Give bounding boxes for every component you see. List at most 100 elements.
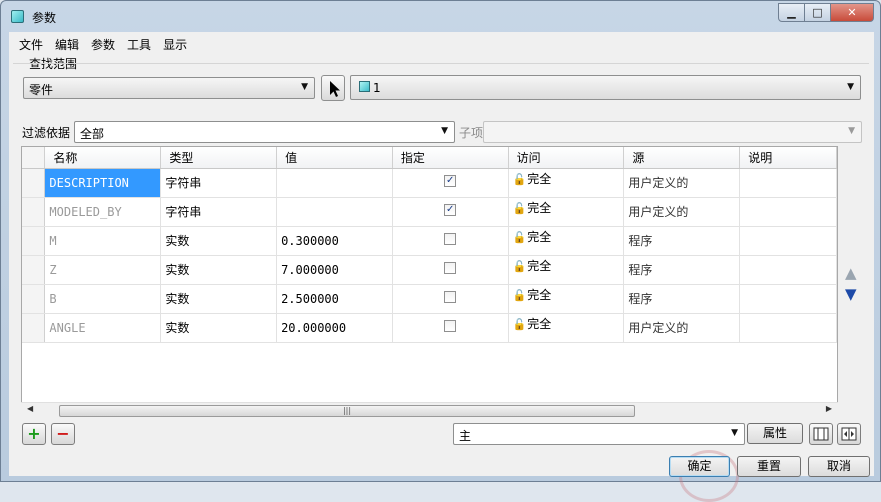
- designated-checkbox[interactable]: ✓: [444, 204, 457, 216]
- ok-button[interactable]: 确定: [669, 456, 730, 477]
- cell-name[interactable]: M: [44, 226, 162, 256]
- delete-parameter-button[interactable]: −: [51, 423, 75, 445]
- menu-parameters[interactable]: 参数: [85, 32, 121, 54]
- cell-source[interactable]: 用户定义的: [623, 168, 741, 198]
- move-down-icon[interactable]: ▼: [845, 285, 857, 303]
- access-text: 完全: [527, 201, 552, 215]
- cell-access[interactable]: 🔓完全: [508, 197, 625, 227]
- cell-value[interactable]: [276, 197, 393, 227]
- row-header[interactable]: [22, 197, 46, 227]
- column-header-value[interactable]: 值: [276, 147, 393, 169]
- cell-source[interactable]: 程序: [623, 284, 741, 314]
- designated-checkbox[interactable]: [444, 233, 457, 245]
- cell-value[interactable]: 7.000000: [276, 255, 393, 285]
- cell-description[interactable]: [739, 284, 837, 314]
- column-header-designated[interactable]: 指定: [392, 147, 509, 169]
- lock-icon: 🔓: [512, 260, 527, 273]
- object-value: 1: [373, 81, 381, 95]
- cube-icon: [11, 10, 24, 23]
- designated-checkbox[interactable]: [444, 291, 457, 303]
- cell-access[interactable]: 🔓完全: [508, 226, 625, 256]
- column-arrows-icon: [841, 427, 857, 441]
- row-header[interactable]: [22, 168, 46, 198]
- designated-checkbox[interactable]: ✓: [444, 175, 457, 187]
- table-view-button[interactable]: [809, 423, 833, 445]
- cancel-button[interactable]: 取消: [808, 456, 870, 477]
- cell-value[interactable]: [276, 168, 393, 198]
- cell-description[interactable]: [739, 197, 837, 227]
- cell-description[interactable]: [739, 168, 837, 198]
- designated-checkbox[interactable]: [444, 262, 457, 274]
- cell-designated[interactable]: ✓: [392, 168, 509, 198]
- reset-button[interactable]: 重置: [737, 456, 801, 477]
- minimize-button[interactable]: ▁: [778, 3, 805, 22]
- row-header[interactable]: [22, 226, 46, 256]
- cell-type[interactable]: 字符串: [160, 197, 278, 227]
- cell-type[interactable]: 实数: [160, 255, 278, 285]
- title-bar[interactable]: 参数 ▁ □ ✕: [1, 1, 880, 31]
- cell-name[interactable]: MODELED_BY: [44, 197, 162, 227]
- scroll-left-icon[interactable]: ◀: [27, 404, 33, 413]
- cell-description[interactable]: [739, 226, 837, 256]
- cell-description[interactable]: [739, 255, 837, 285]
- close-button[interactable]: ✕: [830, 3, 874, 22]
- cell-designated[interactable]: [392, 255, 509, 285]
- column-header-description[interactable]: 说明: [739, 147, 837, 169]
- cell-designated[interactable]: [392, 284, 509, 314]
- filter-combo[interactable]: 全部 ▼: [74, 121, 455, 143]
- move-up-icon[interactable]: ▲: [845, 264, 857, 282]
- table-row[interactable]: M 实数 0.300000 🔓完全 程序: [22, 226, 837, 256]
- cell-access[interactable]: 🔓完全: [508, 313, 625, 343]
- menu-file[interactable]: 文件: [9, 32, 49, 54]
- table-row[interactable]: MODELED_BY 字符串 ✓ 🔓完全 用户定义的: [22, 197, 837, 227]
- cell-type[interactable]: 实数: [160, 313, 278, 343]
- cell-source[interactable]: 用户定义的: [623, 313, 741, 343]
- cell-name[interactable]: Z: [44, 255, 162, 285]
- cell-source[interactable]: 程序: [623, 255, 741, 285]
- scope-combo[interactable]: 零件 ▼: [23, 77, 315, 99]
- cell-designated[interactable]: [392, 313, 509, 343]
- menu-tools[interactable]: 工具: [121, 32, 157, 54]
- menu-display[interactable]: 显示: [157, 32, 193, 54]
- scroll-right-icon[interactable]: ▶: [826, 404, 832, 413]
- main-combo[interactable]: 主 ▼: [453, 423, 745, 445]
- column-header-access[interactable]: 访问: [508, 147, 625, 169]
- cell-designated[interactable]: ✓: [392, 197, 509, 227]
- cell-name[interactable]: ANGLE: [44, 313, 162, 343]
- cell-access[interactable]: 🔓完全: [508, 168, 625, 198]
- object-combo[interactable]: 1 ▼: [350, 75, 861, 100]
- horizontal-scrollbar[interactable]: ◀ ||| ▶: [21, 402, 838, 418]
- maximize-button[interactable]: □: [804, 3, 831, 22]
- cell-value[interactable]: 2.500000: [276, 284, 393, 314]
- cell-value[interactable]: 0.300000: [276, 226, 393, 256]
- table-row[interactable]: DESCRIPTION 字符串 ✓ 🔓完全 用户定义的: [22, 168, 837, 198]
- row-header[interactable]: [22, 255, 46, 285]
- cell-description[interactable]: [739, 313, 837, 343]
- column-settings-button[interactable]: [837, 423, 861, 445]
- row-header[interactable]: [22, 284, 46, 314]
- row-header[interactable]: [22, 313, 46, 343]
- cell-type[interactable]: 实数: [160, 284, 278, 314]
- table-row[interactable]: Z 实数 7.000000 🔓完全 程序: [22, 255, 837, 285]
- cell-name[interactable]: DESCRIPTION: [44, 168, 162, 198]
- column-header-source[interactable]: 源: [623, 147, 741, 169]
- cell-source[interactable]: 程序: [623, 226, 741, 256]
- column-header-type[interactable]: 类型: [160, 147, 278, 169]
- add-parameter-button[interactable]: +: [22, 423, 46, 445]
- cell-source[interactable]: 用户定义的: [623, 197, 741, 227]
- cell-type[interactable]: 字符串: [160, 168, 278, 198]
- cell-type[interactable]: 实数: [160, 226, 278, 256]
- cell-value[interactable]: 20.000000: [276, 313, 393, 343]
- table-row[interactable]: ANGLE 实数 20.000000 🔓完全 用户定义的: [22, 313, 837, 343]
- cell-access[interactable]: 🔓完全: [508, 284, 625, 314]
- cell-designated[interactable]: [392, 226, 509, 256]
- designated-checkbox[interactable]: [444, 320, 457, 332]
- table-row[interactable]: B 实数 2.500000 🔓完全 程序: [22, 284, 837, 314]
- column-header-name[interactable]: 名称: [44, 147, 162, 169]
- menu-edit[interactable]: 编辑: [49, 32, 85, 54]
- scrollbar-thumb[interactable]: |||: [59, 405, 635, 417]
- select-object-button[interactable]: [321, 75, 345, 101]
- properties-button[interactable]: 属性: [747, 423, 803, 444]
- cell-access[interactable]: 🔓完全: [508, 255, 625, 285]
- cell-name[interactable]: B: [44, 284, 162, 314]
